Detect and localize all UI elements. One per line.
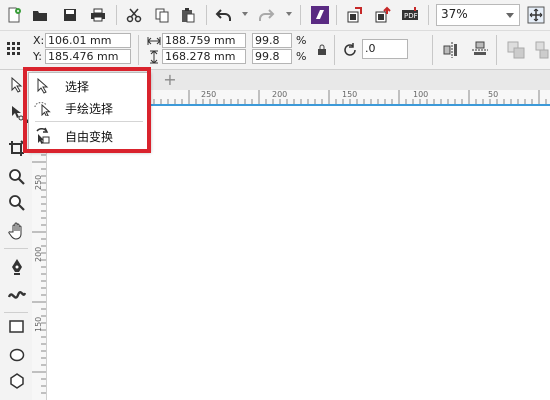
zoom-dropdown[interactable]: 37%	[436, 4, 520, 26]
x-position-field[interactable]: 106.01 mm	[45, 33, 131, 48]
export-icon[interactable]	[372, 5, 392, 25]
zoom-tool[interactable]	[6, 166, 28, 188]
group-icon[interactable]	[506, 40, 526, 60]
x-label: X:	[33, 34, 45, 47]
ruler-number: 200	[272, 90, 288, 99]
pen-tool[interactable]	[6, 256, 28, 278]
artistic-media-tool[interactable]	[6, 284, 28, 306]
mirror-vertical-icon[interactable]	[470, 40, 490, 60]
percent-y-label: %	[296, 50, 307, 63]
add-document-tab-button[interactable]: +	[162, 72, 178, 88]
redo-dropdown-caret[interactable]	[286, 12, 292, 16]
highlight-box	[23, 67, 151, 153]
export-pdf-icon[interactable]: PDF	[400, 5, 420, 25]
pan-tool-hand-icon[interactable]	[6, 220, 28, 242]
chevron-down-icon	[506, 13, 514, 18]
paste-icon[interactable]	[178, 5, 198, 25]
svg-text:PDF: PDF	[404, 12, 418, 20]
polygon-tool[interactable]	[6, 370, 28, 392]
ruler-number: 150	[342, 90, 358, 99]
print-icon[interactable]	[88, 5, 108, 25]
lock-ratio-icon[interactable]	[312, 40, 332, 60]
undo-dropdown-caret[interactable]	[242, 12, 248, 16]
property-bar: X: 106.01 mm Y: 185.476 mm 188.759 mm 16…	[0, 31, 550, 70]
ruler-number: 200	[34, 246, 43, 262]
ellipse-tool[interactable]	[6, 344, 28, 366]
ruler-number: 150	[34, 316, 43, 332]
app-launcher-icon[interactable]	[310, 5, 330, 25]
scale-x-field[interactable]: 99.8	[252, 33, 292, 48]
standard-toolbar: PDF 37%	[0, 0, 550, 31]
ruler-number: 250	[34, 174, 43, 190]
height-field[interactable]: 168.278 mm	[162, 49, 246, 64]
zoom-tool-secondary[interactable]	[6, 192, 28, 214]
zoom-value: 37%	[441, 7, 468, 21]
object-origin-icon[interactable]	[4, 39, 24, 59]
y-position-field[interactable]: 185.476 mm	[45, 49, 131, 64]
redo-icon[interactable]	[256, 5, 276, 25]
mirror-horizontal-icon[interactable]	[442, 40, 462, 60]
rotation-field[interactable]: .0	[362, 39, 408, 59]
full-screen-icon[interactable]	[526, 5, 546, 25]
rotate-icon	[340, 40, 360, 60]
import-icon[interactable]	[344, 5, 364, 25]
height-arrow-icon	[144, 47, 164, 67]
undo-icon[interactable]	[214, 5, 234, 25]
percent-x-label: %	[296, 34, 307, 47]
rectangle-tool[interactable]	[6, 316, 28, 338]
cut-icon[interactable]	[124, 5, 144, 25]
scale-y-field[interactable]: 99.8	[252, 49, 292, 64]
new-document-icon[interactable]	[4, 5, 24, 25]
width-field[interactable]: 188.759 mm	[162, 33, 246, 48]
ruler-number: 250	[201, 90, 217, 99]
ungroup-icon[interactable]	[532, 40, 550, 60]
ruler-number: 100	[413, 90, 429, 99]
copy-icon[interactable]	[152, 5, 172, 25]
ruler-number: 50	[488, 90, 499, 99]
open-folder-icon[interactable]	[30, 5, 50, 25]
y-label: Y:	[33, 50, 42, 63]
save-icon[interactable]	[60, 5, 80, 25]
